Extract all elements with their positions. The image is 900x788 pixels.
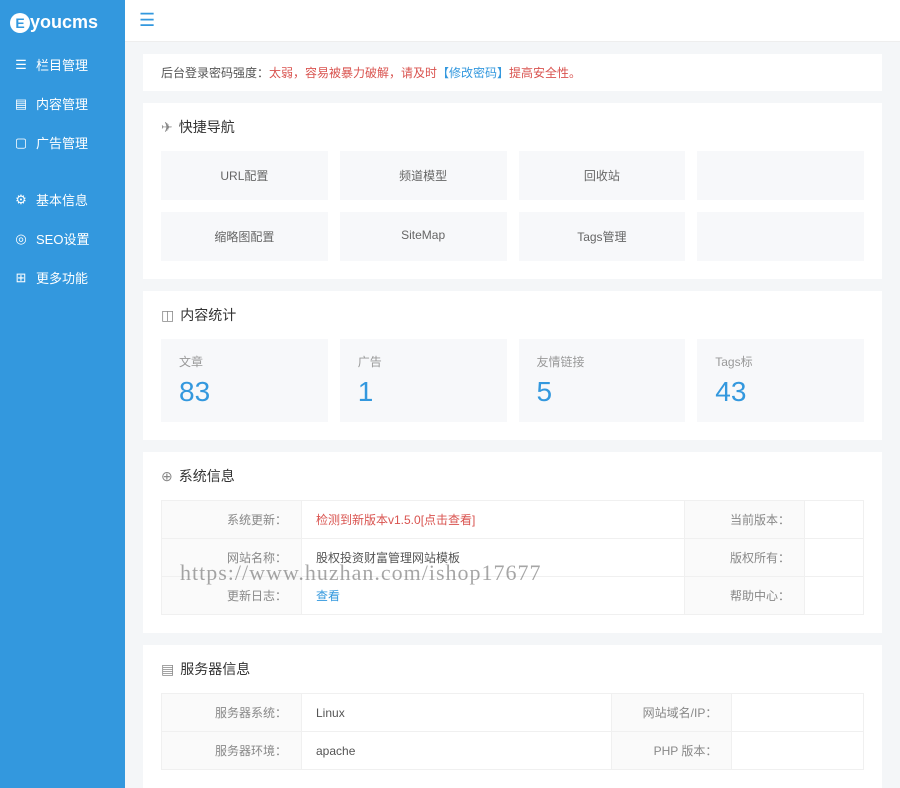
- changelog-link[interactable]: 查看: [316, 589, 340, 603]
- serverinfo-section: ▤ 服务器信息 服务器系统： Linux 网站域名/IP： 服务器环境： apac…: [143, 645, 882, 788]
- topbar: ☰: [125, 0, 900, 42]
- info-value: [805, 577, 864, 615]
- stats-icon: ◫: [161, 307, 174, 324]
- table-row: 更新日志： 查看 帮助中心：: [162, 577, 864, 615]
- stat-ad[interactable]: 广告 1: [340, 339, 507, 422]
- info-label: 系统更新：: [162, 501, 302, 539]
- quicknav-tags[interactable]: Tags管理: [519, 212, 686, 261]
- sidebar-item-more[interactable]: ⊞ 更多功能: [0, 258, 125, 297]
- info-value: Linux: [302, 694, 612, 732]
- globe-icon: ◎: [14, 232, 28, 246]
- title-text: 内容统计: [180, 305, 236, 325]
- info-label: 网站名称：: [162, 539, 302, 577]
- info-label: 服务器环境：: [162, 732, 302, 770]
- table-row: 系统更新： 检测到新版本v1.5.0[点击查看] 当前版本：: [162, 501, 864, 539]
- stat-links[interactable]: 友情链接 5: [519, 339, 686, 422]
- info-value: apache: [302, 732, 612, 770]
- stat-label: 广告: [358, 353, 489, 370]
- quicknav-thumb[interactable]: 缩略图配置: [161, 212, 328, 261]
- alert-danger-text: 太弱，容易被暴力破解，请及时: [269, 66, 437, 80]
- sidebar-item-label: 基本信息: [36, 190, 88, 209]
- logo: Eyoucms: [0, 0, 125, 45]
- alert-prefix: 后台登录密码强度：: [161, 66, 269, 80]
- table-row: 网站名称： 股权投资财富管理网站模板 版权所有：: [162, 539, 864, 577]
- sidebar-item-label: 广告管理: [36, 133, 88, 152]
- info-label: 网站域名/IP：: [612, 694, 732, 732]
- info-label: 服务器系统：: [162, 694, 302, 732]
- password-alert: 后台登录密码强度：太弱，容易被暴力破解，请及时【修改密码】提高安全性。: [143, 54, 882, 91]
- quicknav-recycle[interactable]: 回收站: [519, 151, 686, 200]
- info-label: PHP 版本：: [612, 732, 732, 770]
- sidebar-item-ad[interactable]: ▢ 广告管理: [0, 123, 125, 162]
- stat-label: 文章: [179, 353, 310, 370]
- info-label: 帮助中心：: [685, 577, 805, 615]
- title-text: 快捷导航: [179, 117, 235, 137]
- title-text: 系统信息: [179, 466, 235, 486]
- stat-value: 83: [179, 376, 310, 408]
- alert-suffix: 提高安全性。: [509, 66, 581, 80]
- list-icon: ☰: [14, 58, 28, 72]
- update-link[interactable]: 检测到新版本v1.5.0[点击查看]: [316, 513, 475, 527]
- sysinfo-table: 系统更新： 检测到新版本v1.5.0[点击查看] 当前版本： 网站名称： 股权投…: [161, 500, 864, 615]
- stat-label: Tags标: [715, 353, 846, 370]
- quicknav-item[interactable]: [697, 212, 864, 261]
- quicknav-item[interactable]: [697, 151, 864, 200]
- section-title: ◫ 内容统计: [161, 305, 864, 325]
- sidebar-item-label: 更多功能: [36, 268, 88, 287]
- sidebar-item-seo[interactable]: ◎ SEO设置: [0, 219, 125, 258]
- section-title: ▤ 服务器信息: [161, 659, 864, 679]
- main-content: ☰ 后台登录密码强度：太弱，容易被暴力破解，请及时【修改密码】提高安全性。 ✈ 快…: [125, 0, 900, 788]
- sidebar: Eyoucms ☰ 栏目管理 ▤ 内容管理 ▢ 广告管理 ⚙ 基本信息 ◎ SEO设置 ⊞…: [0, 0, 125, 788]
- logo-text: youcms: [30, 12, 98, 32]
- quicknav-channel[interactable]: 频道模型: [340, 151, 507, 200]
- stats-section: ◫ 内容统计 文章 83 广告 1 友情链接 5 Tags标 43: [143, 291, 882, 440]
- stat-value: 5: [537, 376, 668, 408]
- table-row: 服务器环境： apache PHP 版本：: [162, 732, 864, 770]
- sidebar-item-content[interactable]: ▤ 内容管理: [0, 84, 125, 123]
- table-row: 服务器系统： Linux 网站域名/IP：: [162, 694, 864, 732]
- stat-value: 1: [358, 376, 489, 408]
- title-text: 服务器信息: [180, 659, 250, 679]
- sidebar-item-label: SEO设置: [36, 229, 89, 248]
- menu-toggle-icon[interactable]: ☰: [139, 10, 155, 30]
- stat-tags[interactable]: Tags标 43: [697, 339, 864, 422]
- nav-icon: ✈: [161, 119, 173, 136]
- sidebar-item-label: 内容管理: [36, 94, 88, 113]
- info-value: [805, 539, 864, 577]
- info-value: 股权投资财富管理网站模板: [302, 539, 685, 577]
- sidebar-item-column[interactable]: ☰ 栏目管理: [0, 45, 125, 84]
- sysinfo-section: ⊕ 系统信息 系统更新： 检测到新版本v1.5.0[点击查看] 当前版本： 网站名…: [143, 452, 882, 633]
- sidebar-item-basic[interactable]: ⚙ 基本信息: [0, 180, 125, 219]
- sidebar-item-label: 栏目管理: [36, 55, 88, 74]
- ad-icon: ▢: [14, 136, 28, 150]
- info-value: [732, 694, 864, 732]
- stat-label: 友情链接: [537, 353, 668, 370]
- stat-value: 43: [715, 376, 846, 408]
- info-label: 版权所有：: [685, 539, 805, 577]
- info-value: [805, 501, 864, 539]
- quicknav-url[interactable]: URL配置: [161, 151, 328, 200]
- stat-article[interactable]: 文章 83: [161, 339, 328, 422]
- doc-icon: ▤: [14, 97, 28, 111]
- info-value: [732, 732, 864, 770]
- gear-icon: ⚙: [14, 193, 28, 207]
- grid-icon: ⊞: [14, 271, 28, 285]
- serverinfo-table: 服务器系统： Linux 网站域名/IP： 服务器环境： apache PHP …: [161, 693, 864, 770]
- info-label: 更新日志：: [162, 577, 302, 615]
- logo-icon: E: [10, 13, 30, 33]
- info-label: 当前版本：: [685, 501, 805, 539]
- section-title: ⊕ 系统信息: [161, 466, 864, 486]
- section-title: ✈ 快捷导航: [161, 117, 864, 137]
- quicknav-sitemap[interactable]: SiteMap: [340, 212, 507, 261]
- server-icon: ▤: [161, 661, 174, 678]
- sys-icon: ⊕: [161, 468, 173, 485]
- change-password-link[interactable]: 【修改密码】: [437, 66, 509, 80]
- quicknav-section: ✈ 快捷导航 URL配置 频道模型 回收站 缩略图配置 SiteMap Tags管…: [143, 103, 882, 279]
